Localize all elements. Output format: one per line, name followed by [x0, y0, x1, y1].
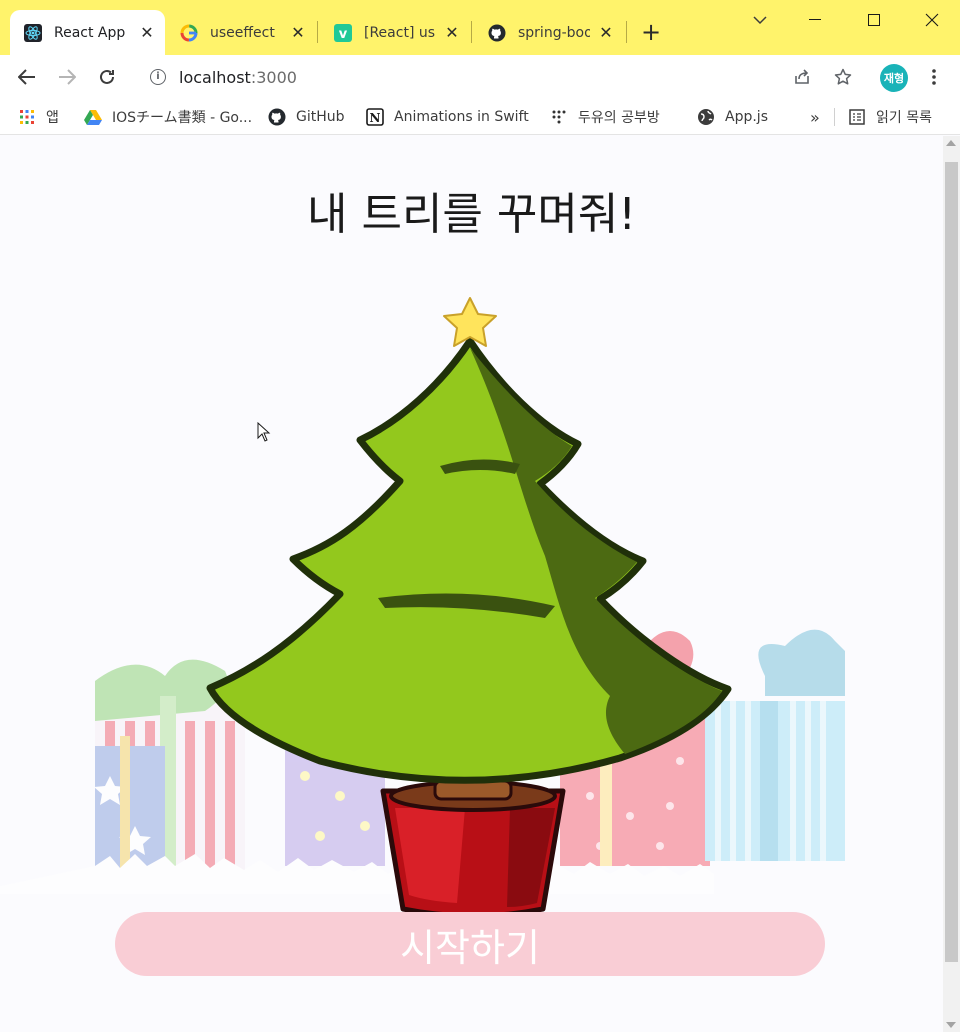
- url-port: :3000: [250, 67, 297, 87]
- mouse-cursor-icon: [257, 422, 271, 442]
- christmas-scene: [0, 297, 845, 919]
- bookmark-label: IOSチーム書類 - Go...: [112, 110, 253, 126]
- back-button[interactable]: [13, 63, 41, 91]
- share-icon[interactable]: [788, 63, 816, 91]
- bookmark-label: Animations in Swift: [394, 109, 529, 125]
- bookmark-apps[interactable]: 앱: [18, 106, 59, 128]
- google-drive-icon: [84, 108, 102, 126]
- tab-title: React App: [54, 24, 126, 41]
- notion-icon: N: [366, 108, 384, 126]
- bookmark-animations-swift[interactable]: N Animations in Swift: [366, 106, 529, 128]
- scroll-up-arrow-icon[interactable]: [946, 140, 956, 146]
- browser-toolbar: i localhost:3000: [0, 55, 960, 99]
- tab-react-us[interactable]: v [React] us ✕: [320, 10, 470, 55]
- forward-button[interactable]: [53, 63, 81, 91]
- flower-pot: [380, 779, 566, 919]
- svg-text:N: N: [370, 111, 381, 125]
- close-tab-icon[interactable]: ✕: [598, 24, 614, 41]
- url-text: localhost:3000: [179, 68, 297, 87]
- close-tab-icon[interactable]: ✕: [139, 24, 155, 41]
- reading-list-label: 읽기 목록: [876, 110, 932, 126]
- bookmarks-bar: 앱 IOSチーム書類 - Go... GitHub N Animations i…: [0, 99, 960, 135]
- github-icon: [268, 108, 286, 126]
- address-bar[interactable]: i localhost:3000: [140, 61, 780, 93]
- close-window-button[interactable]: [917, 8, 947, 32]
- tab-title: [React] us: [364, 24, 436, 41]
- tab-separator: [626, 21, 627, 43]
- reload-button[interactable]: [93, 63, 121, 91]
- tab-title: spring-boo: [518, 24, 590, 41]
- velog-icon: v: [334, 23, 352, 42]
- close-tab-icon[interactable]: ✕: [290, 24, 306, 41]
- maximize-button[interactable]: [859, 8, 889, 32]
- profile-avatar[interactable]: 재형: [880, 64, 908, 92]
- react-icon: [24, 23, 42, 42]
- page-viewport: 내 트리를 꾸며줘! 시작하기: [0, 136, 943, 1032]
- bookmark-label: GitHub: [296, 109, 345, 125]
- apps-grid-icon: [18, 108, 36, 126]
- dots-icon: [550, 108, 568, 126]
- reading-list-button[interactable]: 읽기 목록: [848, 106, 932, 128]
- reading-list-icon: [848, 108, 866, 126]
- github-icon: [488, 24, 506, 42]
- tab-title: useeffect: [210, 24, 275, 41]
- tab-separator: [471, 21, 472, 43]
- url-host: localhost: [179, 67, 251, 87]
- page-scrollbar[interactable]: [943, 136, 960, 1032]
- christmas-tree: [206, 297, 732, 784]
- scroll-down-arrow-icon[interactable]: [946, 1022, 956, 1028]
- scroll-thumb[interactable]: [945, 162, 958, 962]
- browser-window: React App ✕ useeffect ✕ v [React] us ✕ s…: [0, 0, 960, 1032]
- more-menu-icon[interactable]: [920, 63, 948, 91]
- new-tab-button[interactable]: +: [638, 20, 664, 46]
- minimize-button[interactable]: [800, 8, 830, 32]
- bookmark-ios-docs[interactable]: IOSチーム書類 - Go...: [84, 106, 252, 128]
- site-info-icon[interactable]: i: [150, 69, 166, 85]
- bookmark-label: 앱: [46, 110, 59, 126]
- tab-react-app[interactable]: React App ✕: [10, 10, 165, 55]
- tab-useeffect[interactable]: useeffect ✕: [166, 10, 316, 55]
- start-button[interactable]: 시작하기: [115, 912, 825, 976]
- bookmark-duyu-study[interactable]: 두유의 공부방: [550, 106, 660, 128]
- google-icon: [180, 24, 198, 42]
- tab-strip: React App ✕ useeffect ✕ v [React] us ✕ s…: [0, 0, 960, 55]
- bookmark-app-js[interactable]: App.js: [697, 106, 768, 128]
- bookmarks-overflow-button[interactable]: »: [810, 106, 820, 128]
- svg-text:v: v: [339, 27, 348, 42]
- tab-search-icon[interactable]: [745, 8, 775, 32]
- tab-separator: [317, 21, 318, 43]
- bookmark-github[interactable]: GitHub: [268, 106, 345, 128]
- close-tab-icon[interactable]: ✕: [444, 24, 460, 41]
- bookmark-star-icon[interactable]: [829, 63, 857, 91]
- bookmarks-divider: [834, 108, 835, 126]
- tab-spring-boot[interactable]: spring-boo ✕: [474, 10, 624, 55]
- globe-icon: [697, 108, 715, 126]
- bookmark-label: App.js: [725, 109, 768, 125]
- bookmark-label: 두유의 공부방: [578, 110, 660, 126]
